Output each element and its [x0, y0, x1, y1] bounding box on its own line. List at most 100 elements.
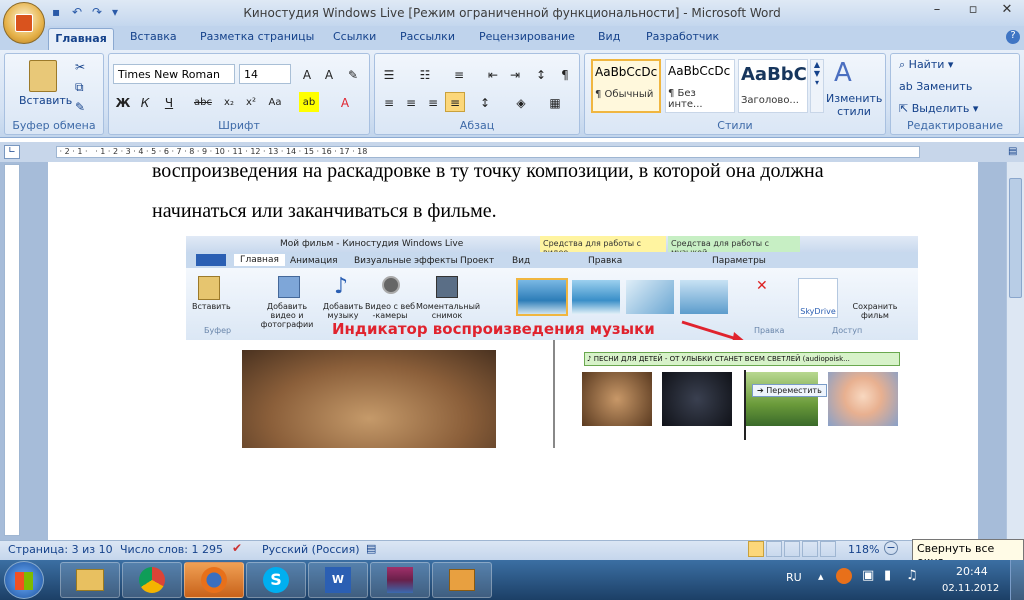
page-count[interactable]: Страница: 3 из 10: [8, 543, 113, 556]
style-no-spacing[interactable]: AaBbCcDc ¶ Без инте...: [665, 59, 735, 113]
tab-view[interactable]: Вид: [598, 30, 620, 43]
theme-thumb-4[interactable]: [680, 280, 728, 314]
close-button[interactable]: ✕: [994, 2, 1020, 20]
volume-icon[interactable]: ♫: [906, 568, 918, 583]
skydrive-button[interactable]: SkyDrive: [798, 278, 838, 318]
tab-references[interactable]: Ссылки: [333, 30, 376, 43]
replace-button[interactable]: ab Заменить: [899, 80, 972, 93]
clip-kitten[interactable]: [582, 372, 652, 426]
taskbar-winrar[interactable]: [370, 562, 430, 598]
superscript-button[interactable]: x²: [241, 92, 261, 112]
maximize-button[interactable]: ▫: [960, 2, 986, 20]
taskbar-explorer[interactable]: [60, 562, 120, 598]
clock-date[interactable]: 02.11.2012: [942, 583, 999, 594]
outline-icon[interactable]: [802, 541, 818, 557]
grow-font-button[interactable]: A: [297, 64, 317, 84]
tray-language[interactable]: RU: [786, 571, 802, 584]
strikethrough-button[interactable]: abc: [193, 92, 213, 112]
highlight-button[interactable]: ab: [299, 92, 319, 112]
language-indicator[interactable]: Русский (Россия): [262, 543, 360, 556]
shading-icon[interactable]: ◈: [511, 92, 531, 112]
snapshot-label[interactable]: Моментальный снимок: [416, 302, 480, 320]
office-button[interactable]: [3, 2, 45, 44]
bullets-icon[interactable]: ☰: [379, 64, 399, 84]
sort-icon[interactable]: ↕: [531, 64, 551, 84]
change-case-button[interactable]: Aa: [265, 92, 285, 112]
subscript-button[interactable]: x₂: [219, 92, 239, 112]
tab-selector[interactable]: ∟: [4, 145, 20, 159]
mm-tab-animation[interactable]: Анимация: [290, 256, 338, 266]
help-icon[interactable]: ?: [1006, 30, 1020, 44]
mm-tab-project[interactable]: Проект: [460, 256, 494, 266]
full-screen-icon[interactable]: [766, 541, 782, 557]
zoom-out-icon[interactable]: −: [884, 541, 898, 555]
mm-edit-tab[interactable]: Правка: [588, 256, 622, 266]
draft-icon[interactable]: [820, 541, 836, 557]
bold-button[interactable]: Ж: [113, 92, 133, 112]
font-name-select[interactable]: Times New Roman: [113, 64, 235, 84]
mm-paste-label[interactable]: Вставить: [192, 302, 231, 311]
font-color-button[interactable]: A: [335, 92, 355, 112]
theme-thumb-1[interactable]: [516, 278, 568, 316]
movie-maker-menu[interactable]: [196, 254, 226, 266]
print-layout-icon[interactable]: [748, 541, 764, 557]
ruler-scale[interactable]: · 2 · 1 · · 1 · 2 · 3 · 4 · 5 · 6 · 7 · …: [56, 146, 920, 158]
tab-page-layout[interactable]: Разметка страницы: [200, 30, 314, 43]
font-size-select[interactable]: 14: [239, 64, 291, 84]
music-track-bar[interactable]: ♪ ПЕСНИ ДЛЯ ДЕТЕЙ - ОТ УЛЫБКИ СТАНЕТ ВСЕ…: [584, 352, 900, 366]
tray-app-icon[interactable]: [836, 568, 852, 584]
taskbar-word[interactable]: W: [308, 562, 368, 598]
remove-icon[interactable]: ✕: [756, 278, 768, 294]
clock-time[interactable]: 20:44: [956, 565, 988, 578]
add-music-label[interactable]: Добавить музыку: [322, 302, 364, 320]
tab-insert[interactable]: Вставка: [130, 30, 177, 43]
word-count[interactable]: Число слов: 1 295: [120, 543, 223, 556]
mm-tab-effects[interactable]: Визуальные эффекты: [354, 256, 458, 266]
shrink-font-button[interactable]: A: [319, 64, 339, 84]
clip-night[interactable]: [662, 372, 732, 426]
web-layout-icon[interactable]: [784, 541, 800, 557]
decrease-indent-icon[interactable]: ⇤: [483, 64, 503, 84]
styles-scroll[interactable]: ▲ ▼ ▾: [810, 59, 824, 113]
align-center-icon[interactable]: ≡: [401, 92, 421, 112]
webcam-label[interactable]: Видео с веб -камеры: [364, 302, 416, 320]
tab-mailings[interactable]: Рассылки: [400, 30, 455, 43]
cut-icon[interactable]: ✂: [75, 60, 85, 74]
embedded-screenshot[interactable]: Мой фильм - Киностудия Windows Live Сред…: [186, 236, 918, 448]
minimize-button[interactable]: –: [924, 2, 950, 20]
underline-button[interactable]: Ч: [159, 92, 179, 112]
show-marks-icon[interactable]: ¶: [555, 64, 575, 84]
view-ruler-icon[interactable]: ▤: [1008, 146, 1017, 157]
style-normal[interactable]: AaBbCcDc ¶ Обычный: [591, 59, 661, 113]
taskbar-chrome[interactable]: [122, 562, 182, 598]
start-button[interactable]: [4, 561, 44, 599]
show-desktop-button[interactable]: [1010, 560, 1024, 600]
justify-icon[interactable]: ≡: [445, 92, 465, 112]
paste-button[interactable]: Вставить: [19, 94, 72, 107]
taskbar-skype[interactable]: S: [246, 562, 306, 598]
clip-child[interactable]: [828, 372, 898, 426]
playback-indicator[interactable]: [744, 370, 746, 440]
spelling-icon[interactable]: ✔: [232, 541, 242, 555]
tray-printer-icon[interactable]: ▣: [862, 568, 874, 583]
align-right-icon[interactable]: ≡: [423, 92, 443, 112]
tray-arrow-icon[interactable]: ▴: [818, 570, 824, 583]
theme-thumb-3[interactable]: [626, 280, 674, 314]
tab-developer[interactable]: Разработчик: [646, 30, 719, 43]
tab-review[interactable]: Рецензирование: [479, 30, 575, 43]
clear-format-button[interactable]: ✎: [343, 64, 363, 84]
multilevel-list-icon[interactable]: ≡: [449, 64, 469, 84]
taskbar-moviemaker[interactable]: [432, 562, 492, 598]
change-styles-button[interactable]: Изменить стили: [826, 92, 882, 118]
mm-params-tab[interactable]: Параметры: [712, 256, 766, 266]
zoom-level[interactable]: 118%: [848, 543, 879, 556]
copy-icon[interactable]: ⧉: [75, 80, 84, 95]
increase-indent-icon[interactable]: ⇥: [505, 64, 525, 84]
network-icon[interactable]: ▮: [884, 568, 891, 583]
scroll-thumb[interactable]: [1009, 178, 1022, 298]
select-button[interactable]: ⇱ Выделить ▾: [899, 102, 978, 115]
italic-button[interactable]: К: [135, 92, 155, 112]
mm-tab-view[interactable]: Вид: [512, 256, 530, 266]
add-video-label[interactable]: Добавить видео и фотографии: [254, 302, 320, 329]
find-button[interactable]: ⌕ Найти ▾: [899, 58, 953, 72]
